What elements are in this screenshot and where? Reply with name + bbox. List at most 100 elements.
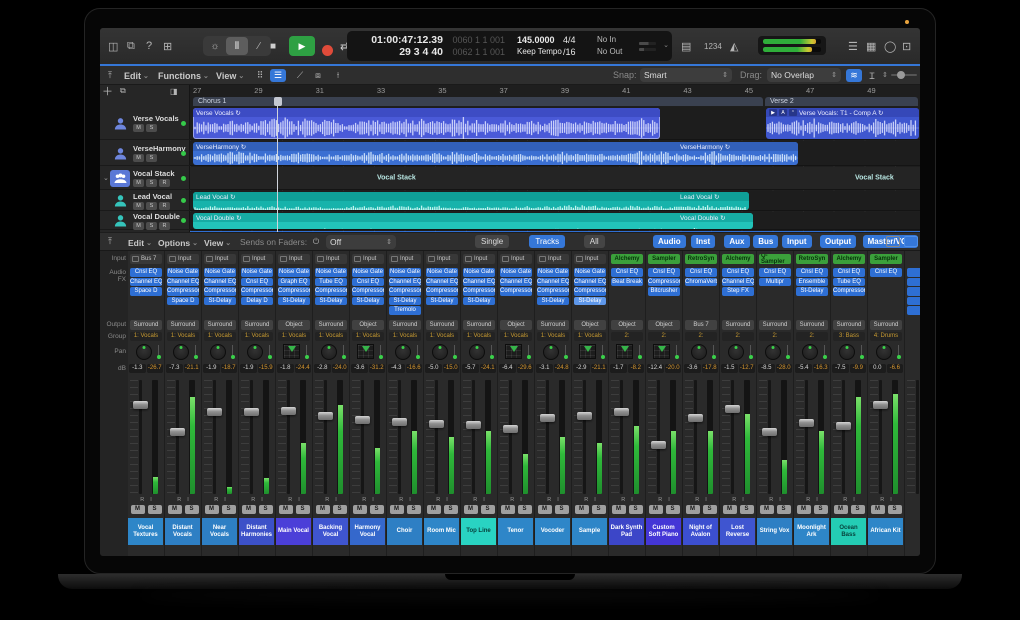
object-panner[interactable] [283, 344, 300, 359]
solo-button[interactable]: S [185, 505, 199, 514]
fx-plugin-slot[interactable]: Graph EQ [278, 278, 310, 287]
volume-fader[interactable] [398, 380, 401, 494]
group-slot[interactable]: 1: Vocals [389, 332, 421, 341]
hide-toolbar-icon[interactable]: ⤒ [102, 69, 118, 82]
solo-button[interactable]: S [555, 505, 569, 514]
fader-cap[interactable] [503, 425, 518, 433]
wide-strips-icon[interactable] [904, 236, 918, 247]
fx-plugin-slot[interactable] [907, 297, 920, 306]
fx-plugin-slot[interactable]: Tube EQ [315, 278, 347, 287]
group-slot[interactable]: 3: Bass [833, 332, 865, 341]
mute-button[interactable]: M [242, 505, 256, 514]
mute-button[interactable]: M [133, 124, 144, 132]
db-readout[interactable]: -3.6-17.8 [684, 364, 718, 373]
record-button[interactable]: R [159, 179, 170, 187]
fx-plugin-slot[interactable]: Noise Gate [574, 268, 606, 277]
output-slot[interactable]: Surround [537, 320, 569, 330]
group-slot[interactable]: 4: Drums [870, 332, 902, 341]
fx-plugin-slot[interactable]: Compressor [352, 287, 384, 296]
output-slot[interactable]: Surround [833, 320, 865, 330]
fader-cap[interactable] [133, 401, 148, 409]
record-input-buttons[interactable]: RI [794, 497, 830, 504]
bar-ruler[interactable]: 272931333537394143454749 [190, 85, 920, 97]
track-header[interactable]: ⌄ Vocal Double MSR [100, 212, 190, 230]
fx-plugin-slot[interactable] [907, 306, 920, 315]
fx-plugin-slot[interactable]: Channel EQ [389, 278, 421, 287]
fader-cap[interactable] [392, 418, 407, 426]
fx-plugin-slot[interactable]: Noise Gate [241, 268, 273, 277]
play-button[interactable]: ▶ [289, 36, 315, 56]
output-slot[interactable]: Object [648, 320, 680, 330]
fx-plugin-slot[interactable] [907, 268, 920, 277]
fader-cap[interactable] [281, 407, 296, 415]
fx-plugin-slot[interactable]: Cnsl EQ [352, 278, 384, 287]
track-lane[interactable]: Verse Vocals ↻▶A⌃Verse Vocals: T1 - Comp… [190, 107, 920, 140]
solo-button[interactable]: S [146, 222, 157, 230]
list-view-icon[interactable]: ☰ [270, 69, 286, 82]
db-readout[interactable]: -5.7-24.1 [462, 364, 496, 373]
volume-fader[interactable] [583, 380, 586, 494]
db-readout[interactable]: -3.6-31.2 [351, 364, 385, 373]
fader-cap[interactable] [429, 420, 444, 428]
mute-button[interactable]: M [133, 179, 144, 187]
filter-input[interactable]: Input [782, 235, 812, 248]
output-slot[interactable]: Surround [130, 320, 162, 330]
group-slot[interactable]: 2: Keyboards [685, 332, 717, 341]
fx-plugin-slot[interactable]: Noise Gate [500, 268, 532, 277]
pan-control[interactable] [350, 343, 386, 363]
fx-plugin-slot[interactable]: St-Delay [389, 297, 421, 306]
track-name-tile[interactable]: Vocoder [535, 518, 570, 545]
group-slot[interactable]: 1: Vocals [315, 332, 347, 341]
editors-icon[interactable]: ∕ [248, 37, 270, 55]
fx-plugin-slot[interactable]: St-Delay [463, 297, 495, 306]
mute-button[interactable]: M [760, 505, 774, 514]
output-slot[interactable]: Surround [463, 320, 495, 330]
track-name-tile[interactable]: Distant Harmonies [239, 518, 274, 545]
record-input-buttons[interactable]: RI [683, 497, 719, 504]
output-slot[interactable]: Surround [759, 320, 791, 330]
pan-control[interactable] [165, 343, 201, 363]
volume-fader[interactable] [176, 380, 179, 494]
fx-plugin-slot[interactable]: Cnsl EQ [130, 268, 162, 277]
pan-knob[interactable] [247, 344, 263, 360]
mixer-edit-menu[interactable]: Edit⌄ [128, 236, 152, 249]
fader-cap[interactable] [355, 416, 370, 424]
group-slot[interactable]: 2: Keyboards [722, 332, 754, 341]
fx-plugin-slot[interactable]: Tremolo [389, 306, 421, 315]
fx-plugin-slot[interactable]: Step FX [722, 287, 754, 296]
fx-plugin-slot[interactable]: Ensemble [796, 278, 828, 287]
pan-control[interactable] [757, 343, 793, 363]
record-input-buttons[interactable]: RI [313, 497, 349, 504]
input-slot[interactable]: RetroSyn [796, 254, 828, 264]
record-input-buttons[interactable]: RI [461, 497, 497, 504]
volume-fader[interactable] [768, 380, 771, 494]
pan-control[interactable] [794, 343, 830, 363]
volume-fader[interactable] [805, 380, 808, 494]
filter-bus[interactable]: Bus [753, 235, 778, 248]
fx-plugin-slot[interactable]: Space D [167, 297, 199, 306]
fx-plugin-slot[interactable]: Beat Break [611, 278, 643, 287]
track-name-tile[interactable]: Vocal Textures [128, 518, 163, 545]
solo-button[interactable]: S [814, 505, 828, 514]
fx-plugin-slot[interactable]: Cnsl EQ [759, 268, 791, 277]
metronome-icon[interactable]: ◭ [730, 37, 738, 55]
fx-plugin-slot[interactable]: St-Delay [537, 297, 569, 306]
group-slot[interactable]: 1: Vocals [352, 332, 384, 341]
duplicate-track-button[interactable]: ⧉ [120, 85, 126, 97]
fx-plugin-slot[interactable]: Channel EQ [574, 278, 606, 287]
solo-button[interactable]: S [333, 505, 347, 514]
fx-plugin-slot[interactable]: Cnsl EQ [796, 268, 828, 277]
solo-button[interactable]: S [481, 505, 495, 514]
pan-control[interactable] [128, 343, 164, 363]
mute-button[interactable]: M [501, 505, 515, 514]
input-slot[interactable]: Alchemy [722, 254, 754, 264]
solo-button[interactable]: S [518, 505, 532, 514]
pan-knob[interactable] [876, 344, 892, 360]
track-name-tile[interactable]: Moonlight Ark [794, 518, 829, 545]
group-slot[interactable]: 2: Keyboards [611, 332, 643, 341]
pan-control[interactable] [202, 343, 238, 363]
playhead[interactable] [277, 97, 278, 232]
mute-button[interactable]: M [575, 505, 589, 514]
fader-cap[interactable] [762, 428, 777, 436]
volume-fader[interactable] [250, 380, 253, 494]
